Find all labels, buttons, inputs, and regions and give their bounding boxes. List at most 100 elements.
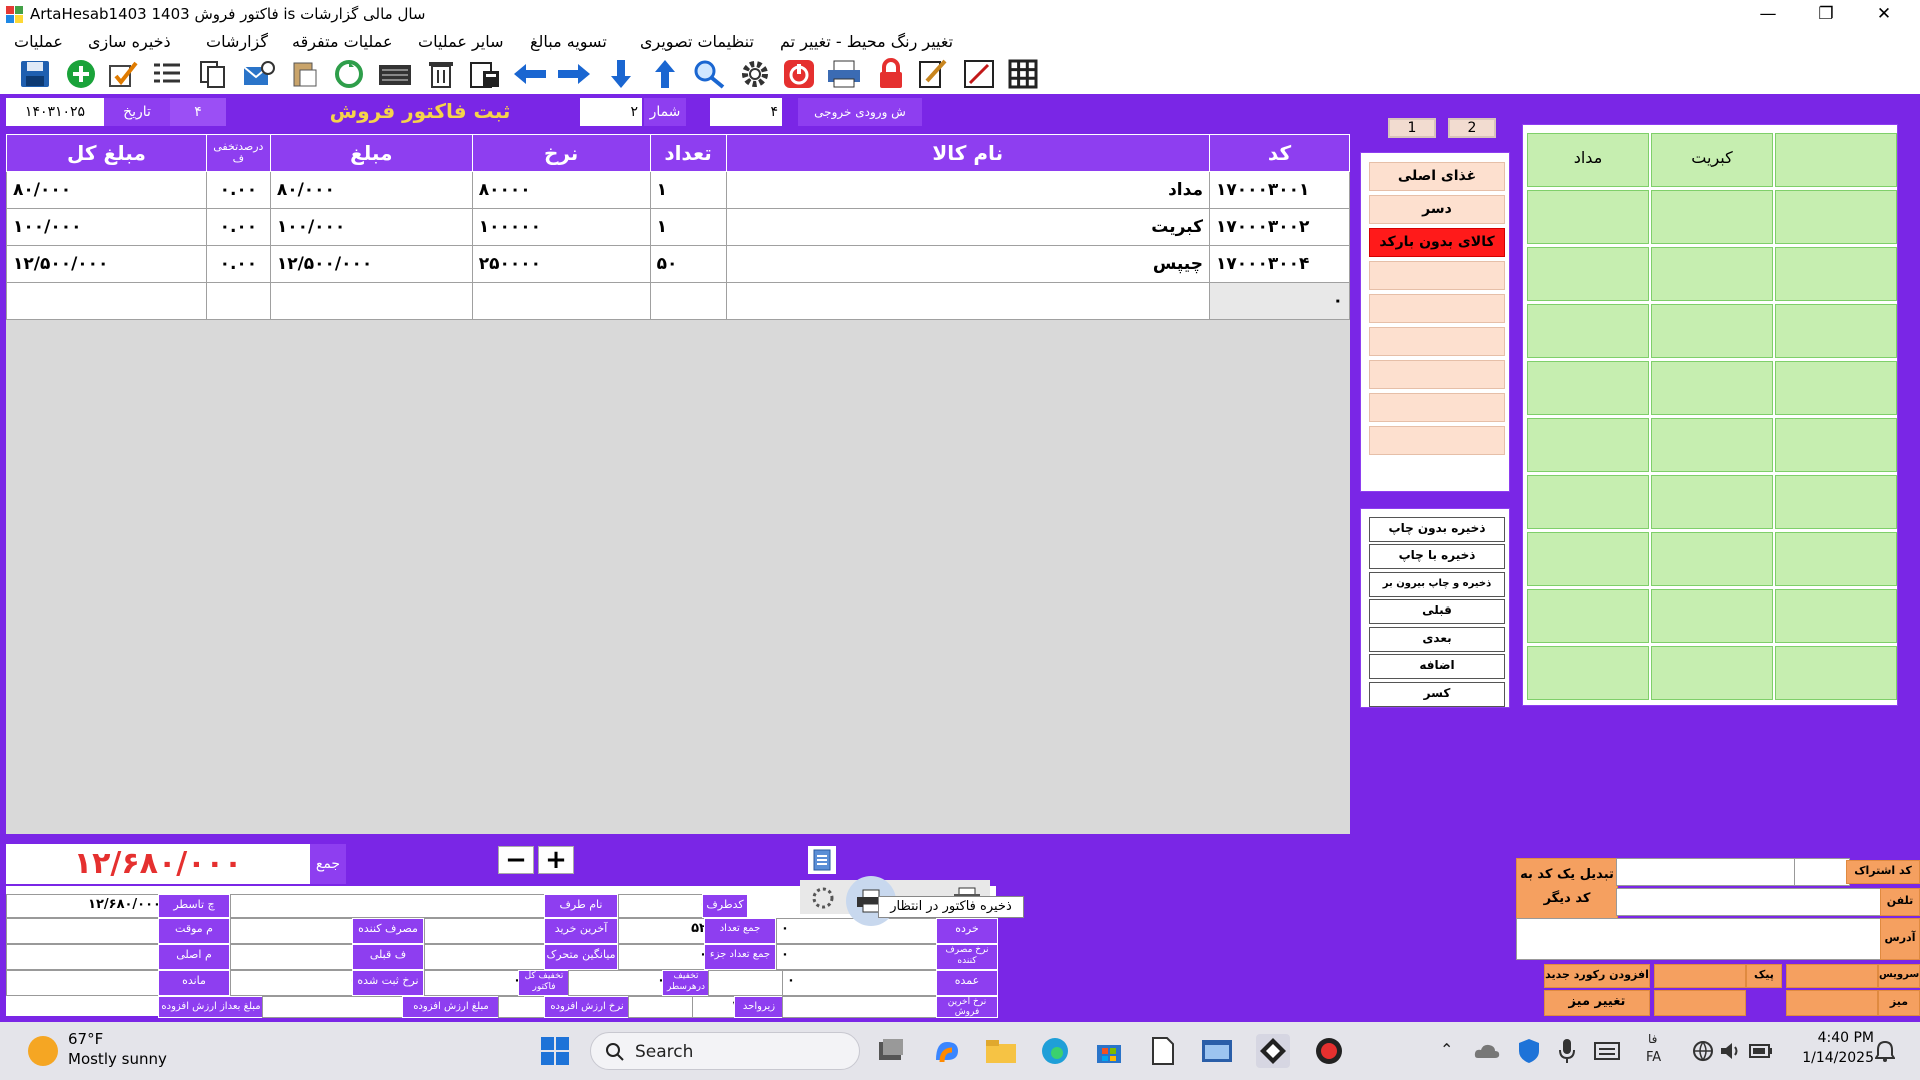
onedrive-icon[interactable] (1470, 1034, 1504, 1068)
minimize-button[interactable]: — (1740, 0, 1796, 30)
phone-field[interactable] (1616, 888, 1886, 916)
product-button[interactable] (1651, 532, 1773, 586)
settings-icon[interactable] (738, 58, 772, 90)
menu-settlement[interactable]: تسویه مبالغ (530, 32, 607, 51)
table-number-field[interactable] (1786, 990, 1878, 1016)
save-print-button[interactable]: ذخیره با چاپ (1369, 544, 1505, 569)
original-field[interactable] (6, 944, 162, 970)
search-box[interactable]: Search (590, 1032, 860, 1070)
product-button[interactable] (1651, 247, 1773, 301)
paste-icon[interactable] (288, 58, 322, 90)
product-button[interactable] (1651, 190, 1773, 244)
minus-button[interactable]: − (498, 846, 534, 874)
new-record-button[interactable]: افزودن رکورد جدید (1544, 964, 1650, 988)
product-button[interactable] (1775, 475, 1897, 529)
product-button[interactable] (1527, 418, 1649, 472)
previous-value-field[interactable] (424, 944, 550, 970)
wholesale-value[interactable]: ۰ (782, 970, 942, 996)
final-total-wide-field[interactable] (230, 894, 550, 918)
next-button[interactable]: بعدی (1369, 627, 1505, 652)
subtract-button[interactable]: کسر (1369, 682, 1505, 707)
page-1-button[interactable]: 1 (1388, 118, 1436, 138)
save-icon[interactable] (18, 58, 52, 90)
list-icon[interactable] (150, 58, 184, 90)
mail-icon[interactable] (242, 58, 276, 90)
last-rate-field[interactable] (782, 996, 942, 1018)
file-explorer-icon[interactable] (984, 1034, 1018, 1068)
menu-theme[interactable]: تغییر رنگ محیط - تغییر تم (780, 32, 953, 51)
cell-amount[interactable] (269, 282, 473, 320)
product-button[interactable] (1527, 532, 1649, 586)
column-name[interactable]: نام کالا (725, 134, 1210, 172)
menu-visual-settings[interactable]: تنظیمات تصویری (640, 32, 754, 51)
table-row[interactable]: ۸۰/۰۰۰ ۰.۰۰ ۸۰/۰۰۰ ۸۰۰۰۰ ۱ مداد ۱۷۰۰۰۳۰۰… (6, 171, 1351, 209)
cell-name[interactable]: چیپس (725, 245, 1210, 283)
restore-button[interactable]: ❐ (1798, 0, 1854, 30)
keyboard-icon[interactable] (378, 58, 412, 90)
menu-other-operations[interactable]: سایر عملیات (418, 32, 504, 51)
store-icon[interactable] (1092, 1034, 1126, 1068)
cell-discount[interactable]: ۰.۰۰ (205, 171, 271, 209)
after-vat-field[interactable] (262, 996, 408, 1018)
cell-amount[interactable]: ۱۰۰/۰۰۰ (269, 208, 473, 246)
document-icon[interactable] (808, 846, 836, 874)
page-2-button[interactable]: 2 (1448, 118, 1496, 138)
cell-total[interactable] (6, 282, 207, 320)
grid-icon[interactable] (1006, 58, 1040, 90)
previous-button[interactable]: قبلی (1369, 599, 1505, 624)
delivery-field[interactable] (1654, 964, 1746, 988)
temp-field[interactable] (6, 918, 162, 944)
copy-icon[interactable] (196, 58, 230, 90)
cell-discount[interactable]: ۰.۰۰ (205, 208, 271, 246)
printer-icon[interactable] (826, 58, 860, 90)
column-discount[interactable]: درصدتخفی ف (205, 134, 271, 172)
cell-total[interactable]: ۱۰۰/۰۰۰ (6, 208, 207, 246)
product-button[interactable] (1527, 247, 1649, 301)
product-button[interactable] (1527, 646, 1649, 700)
cell-name[interactable]: کبریت (725, 208, 1210, 246)
product-button[interactable] (1527, 589, 1649, 643)
convert-code-button[interactable]: تبدیل یک کد به کد دیگر (1516, 858, 1618, 920)
product-button[interactable] (1775, 247, 1897, 301)
arrow-down-icon[interactable] (604, 58, 638, 90)
cell-qty[interactable]: ۵۰ (649, 245, 727, 283)
menu-reports[interactable]: گزارشات (206, 32, 268, 51)
menu-operations[interactable]: عملیات (14, 32, 63, 51)
task-view-icon[interactable] (874, 1034, 908, 1068)
new-row-code-input[interactable]: ۰ (1208, 282, 1351, 320)
close-button[interactable]: ✕ (1856, 0, 1912, 30)
vat-amount-field[interactable] (498, 996, 548, 1018)
arta-app-icon[interactable] (1256, 1034, 1290, 1068)
column-amount[interactable]: مبلغ (269, 134, 473, 172)
product-button[interactable] (1775, 304, 1897, 358)
category-main-food[interactable]: غذای اصلی (1369, 162, 1505, 191)
cell-code[interactable]: ۱۷۰۰۰۳۰۰۴ (1208, 245, 1351, 283)
cell-qty[interactable]: ۱ (649, 208, 727, 246)
subscription-short-field[interactable] (1794, 858, 1850, 886)
moving-average-value[interactable]: ۰ (618, 944, 712, 970)
search-icon[interactable] (692, 58, 726, 90)
notepad-app-icon[interactable] (1146, 1034, 1180, 1068)
party-code-value[interactable]: ۰ (618, 894, 712, 918)
app-window-icon[interactable] (1200, 1034, 1234, 1068)
column-code[interactable]: کد (1208, 134, 1351, 172)
save-no-print-button[interactable]: ذخیره بدون چاپ (1369, 517, 1505, 542)
menu-misc-operations[interactable]: عملیات متفرقه (292, 32, 393, 51)
column-total[interactable]: مبلغ کل (6, 134, 207, 172)
consumer-field[interactable] (230, 918, 358, 944)
cell-qty[interactable] (649, 282, 727, 320)
category-empty[interactable] (1369, 327, 1505, 356)
clipboard-icon[interactable] (468, 58, 502, 90)
column-rate[interactable]: نرخ (471, 134, 651, 172)
loading-icon[interactable] (808, 884, 838, 912)
product-button[interactable] (1775, 646, 1897, 700)
product-button[interactable] (1651, 589, 1773, 643)
invoice-discount-value[interactable]: ۰ (568, 970, 670, 996)
edge-icon[interactable] (1038, 1034, 1072, 1068)
table-row[interactable]: ۱۰۰/۰۰۰ ۰.۰۰ ۱۰۰/۰۰۰ ۱۰۰۰۰۰ ۱ کبریت ۱۷۰۰… (6, 208, 1351, 246)
previous-field[interactable] (230, 944, 358, 970)
invoice-number-field[interactable]: ۲ (580, 98, 642, 126)
product-button[interactable] (1651, 475, 1773, 529)
cell-name[interactable] (725, 282, 1210, 320)
product-button[interactable] (1527, 475, 1649, 529)
